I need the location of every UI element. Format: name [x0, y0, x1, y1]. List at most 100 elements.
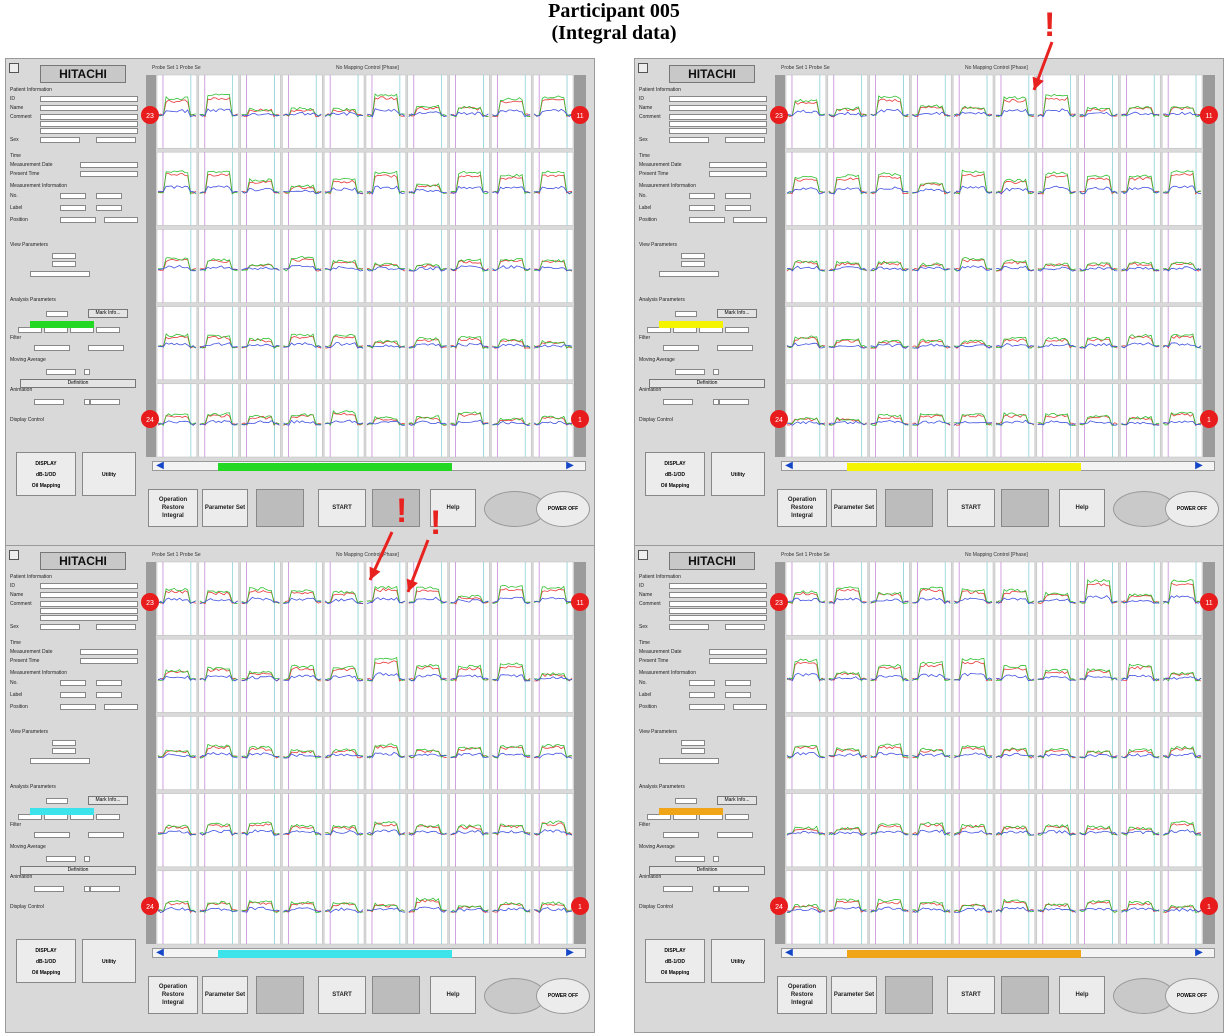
disabled-button — [256, 489, 304, 527]
power-off-label: POWER OFF — [547, 993, 579, 999]
display-button-label: DISPLAY — [35, 948, 57, 954]
probe-corner-marker: 23 — [141, 106, 159, 124]
analysis-progress-bar — [218, 950, 453, 958]
marker-number: 24 — [146, 417, 154, 424]
marker-number: 23 — [146, 600, 154, 607]
left-nav-arrow-icon[interactable]: ◀ — [781, 948, 797, 958]
start-button[interactable]: START — [947, 489, 995, 527]
parameter-set-button[interactable]: Parameter Set — [831, 976, 877, 1014]
probe-corner-marker: 24 — [141, 897, 159, 915]
power-off-label: POWER OFF — [547, 506, 579, 512]
probe-corner-marker: 11 — [1200, 106, 1218, 124]
probe-corner-marker: 1 — [1200, 410, 1218, 428]
marker-number: 23 — [775, 113, 783, 120]
operation-label: Operation — [158, 497, 188, 503]
start-button[interactable]: START — [318, 976, 366, 1014]
parameter-set-button[interactable]: Parameter Set — [202, 489, 248, 527]
marker-number: 1 — [1207, 904, 1211, 911]
probe-corner-marker: 24 — [141, 410, 159, 428]
marker-number: 24 — [775, 904, 783, 911]
nirs-panel-top-right: HITACHI Patient Information ID Name Comment S… — [634, 58, 1224, 546]
probe-corner-marker: 23 — [141, 593, 159, 611]
operation-label: Operation — [787, 497, 817, 503]
power-off-label: POWER OFF — [1176, 993, 1208, 999]
power-off-button[interactable]: POWER OFF — [1165, 978, 1219, 1014]
help-button[interactable]: Help — [1059, 976, 1105, 1014]
left-nav-arrow-icon[interactable]: ◀ — [152, 948, 168, 958]
left-nav-arrow-icon[interactable]: ◀ — [781, 461, 797, 471]
operation-sub2: Integral — [791, 513, 813, 519]
annotation-exclamation: ! — [396, 492, 408, 530]
nirs-panel-top-left: HITACHI Patient Information ID Name Comment S… — [5, 58, 595, 546]
probe-corner-marker: 11 — [1200, 593, 1218, 611]
operation-button[interactable]: Operation Restore Integral — [148, 489, 198, 527]
grid-side-strip — [1203, 75, 1215, 457]
power-off-button[interactable]: POWER OFF — [1165, 491, 1219, 527]
analysis-progress-bar — [847, 463, 1082, 471]
grid-side-strip — [775, 562, 785, 944]
display-button-sub: dB-1/OD — [36, 959, 56, 965]
marker-number: 11 — [576, 600, 583, 607]
operation-label: Operation — [787, 984, 817, 990]
start-button[interactable]: START — [947, 976, 995, 1014]
annotation-exclamation: ! — [430, 504, 442, 542]
left-nav-arrow-icon[interactable]: ◀ — [152, 461, 168, 471]
grid-side-strip — [146, 75, 156, 457]
operation-sub2: Integral — [162, 513, 184, 519]
power-off-label: POWER OFF — [1176, 506, 1208, 512]
display-button-sub2: Oil Mapping — [31, 483, 61, 489]
operation-sub2: Integral — [791, 1000, 813, 1006]
disabled-button — [885, 489, 933, 527]
marker-number: 1 — [1207, 417, 1211, 424]
grid-side-strip — [1203, 562, 1215, 944]
operation-sub: Restore — [161, 505, 185, 511]
operation-button[interactable]: Operation Restore Integral — [777, 489, 827, 527]
parameter-set-button[interactable]: Parameter Set — [202, 976, 248, 1014]
probe-corner-marker: 24 — [770, 410, 788, 428]
marker-number: 24 — [775, 417, 783, 424]
channel-grid: 23 11 24 1 — [770, 561, 1218, 945]
channel-grid: 23 11 24 1 — [770, 74, 1218, 458]
probe-corner-marker: 11 — [571, 106, 589, 124]
probe-corner-marker: 1 — [571, 897, 589, 915]
probe-corner-marker: 11 — [571, 593, 589, 611]
probe-corner-marker: 24 — [770, 897, 788, 915]
operation-button[interactable]: Operation Restore Integral — [777, 976, 827, 1014]
display-button-sub: dB-1/OD — [665, 472, 685, 478]
right-nav-arrow-icon[interactable]: ▶ — [1191, 461, 1207, 471]
grid-side-strip — [146, 562, 156, 944]
probe-corner-marker: 23 — [770, 593, 788, 611]
right-nav-arrow-icon[interactable]: ▶ — [562, 948, 578, 958]
marker-number: 24 — [146, 904, 154, 911]
channel-grid: 23 11 24 1 — [141, 561, 589, 945]
probe-corner-marker: 1 — [571, 410, 589, 428]
operation-sub2: Integral — [162, 1000, 184, 1006]
marker-number: 1 — [578, 417, 582, 424]
start-button[interactable]: START — [318, 489, 366, 527]
right-nav-arrow-icon[interactable]: ▶ — [1191, 948, 1207, 958]
display-button-sub2: Oil Mapping — [660, 970, 690, 976]
power-off-button[interactable]: POWER OFF — [536, 491, 590, 527]
disabled-button — [372, 976, 420, 1014]
parameter-set-button[interactable]: Parameter Set — [831, 489, 877, 527]
operation-sub: Restore — [161, 992, 185, 998]
help-button[interactable]: Help — [1059, 489, 1105, 527]
help-button[interactable]: Help — [430, 976, 476, 1014]
grid-side-strip — [574, 562, 586, 944]
nirs-panel-bottom-left: HITACHI Patient Information ID Name Comment S… — [5, 545, 595, 1033]
display-button-sub: dB-1/OD — [36, 472, 56, 478]
probe-corner-marker: 23 — [770, 106, 788, 124]
nirs-panel-bottom-right: HITACHI Patient Information ID Name Comment S… — [634, 545, 1224, 1033]
channel-grid: 23 11 24 1 — [141, 74, 589, 458]
display-button-label: DISPLAY — [664, 948, 686, 954]
operation-button[interactable]: Operation Restore Integral — [148, 976, 198, 1014]
display-button-sub: dB-1/OD — [665, 959, 685, 965]
disabled-button — [885, 976, 933, 1014]
right-nav-arrow-icon[interactable]: ▶ — [562, 461, 578, 471]
marker-number: 11 — [1205, 600, 1212, 607]
power-off-button[interactable]: POWER OFF — [536, 978, 590, 1014]
disabled-button — [256, 976, 304, 1014]
annotation-exclamation: ! — [1044, 6, 1056, 44]
disabled-button — [1001, 976, 1049, 1014]
display-button-label: DISPLAY — [664, 461, 686, 467]
